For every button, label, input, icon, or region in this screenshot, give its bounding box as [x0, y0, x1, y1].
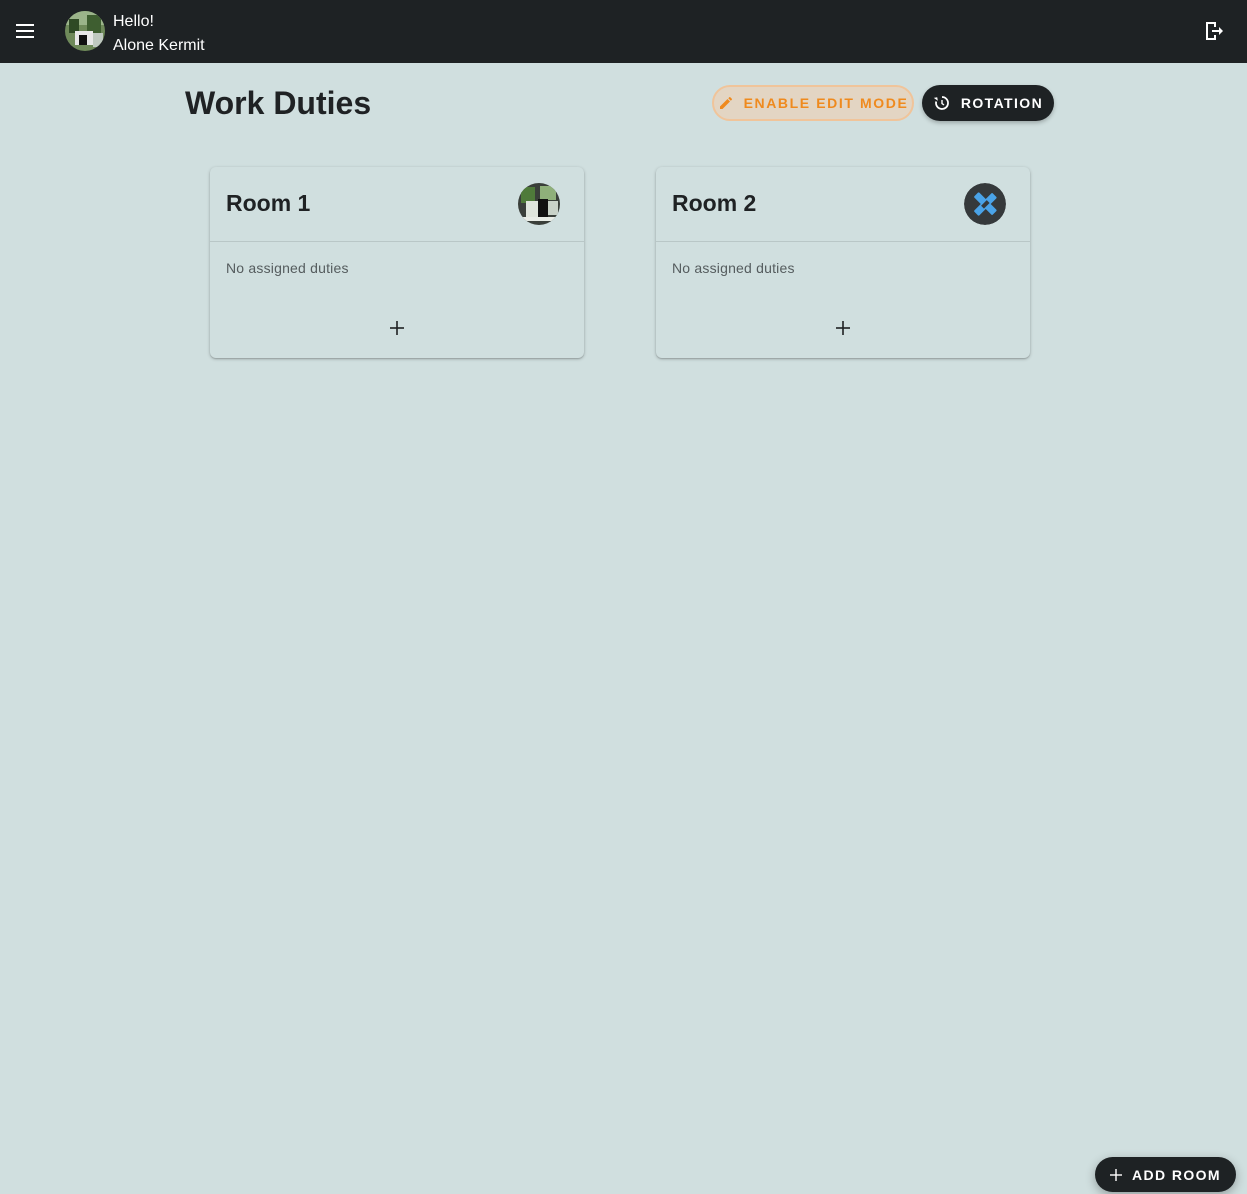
plus-icon	[836, 321, 850, 335]
room-card-header: Room 2	[656, 167, 1030, 242]
photo-avatar-icon	[518, 183, 560, 225]
greeting-text: Hello!	[113, 13, 154, 30]
top-app-bar: Hello! Alone Kermit	[0, 0, 1247, 63]
rotate-icon	[933, 96, 949, 110]
plus-icon	[390, 321, 404, 335]
hamburger-menu-icon	[16, 24, 34, 38]
page-title: Work Duties	[185, 85, 372, 121]
add-duty-button[interactable]	[379, 310, 415, 346]
rotation-label: ROTATION	[960, 95, 1044, 111]
user-avatar[interactable]	[65, 11, 105, 51]
edit-mode-label: ENABLE EDIT MODE	[743, 95, 909, 111]
no-duties-text: No assigned duties	[226, 260, 349, 276]
add-room-label: ADD ROOM	[1132, 1166, 1221, 1183]
user-name: Alone Kermit	[113, 37, 205, 54]
user-greeting: Hello! Alone Kermit	[113, 10, 205, 58]
add-room-button[interactable]: ADD ROOM	[1095, 1157, 1236, 1192]
room-assignee-avatar[interactable]	[964, 183, 1006, 225]
logout-button[interactable]	[1198, 15, 1230, 47]
no-duties-text: No assigned duties	[672, 260, 795, 276]
menu-button[interactable]	[9, 15, 41, 47]
room-card: Room 2 No assigned duties	[656, 167, 1030, 358]
pencil-icon	[719, 96, 732, 109]
logout-icon	[1206, 22, 1223, 40]
room-card: Room 1 No assigned duties	[210, 167, 584, 358]
room-title: Room 2	[672, 190, 757, 216]
room-assignee-avatar[interactable]	[518, 183, 560, 225]
enable-edit-mode-button[interactable]: ENABLE EDIT MODE	[712, 85, 914, 121]
room-title: Room 1	[226, 190, 311, 216]
tool-avatar-icon	[964, 183, 1006, 225]
room-card-header: Room 1	[210, 167, 584, 242]
plus-icon	[1110, 1168, 1122, 1181]
rotation-button[interactable]: ROTATION	[922, 85, 1054, 121]
add-duty-button[interactable]	[825, 310, 861, 346]
